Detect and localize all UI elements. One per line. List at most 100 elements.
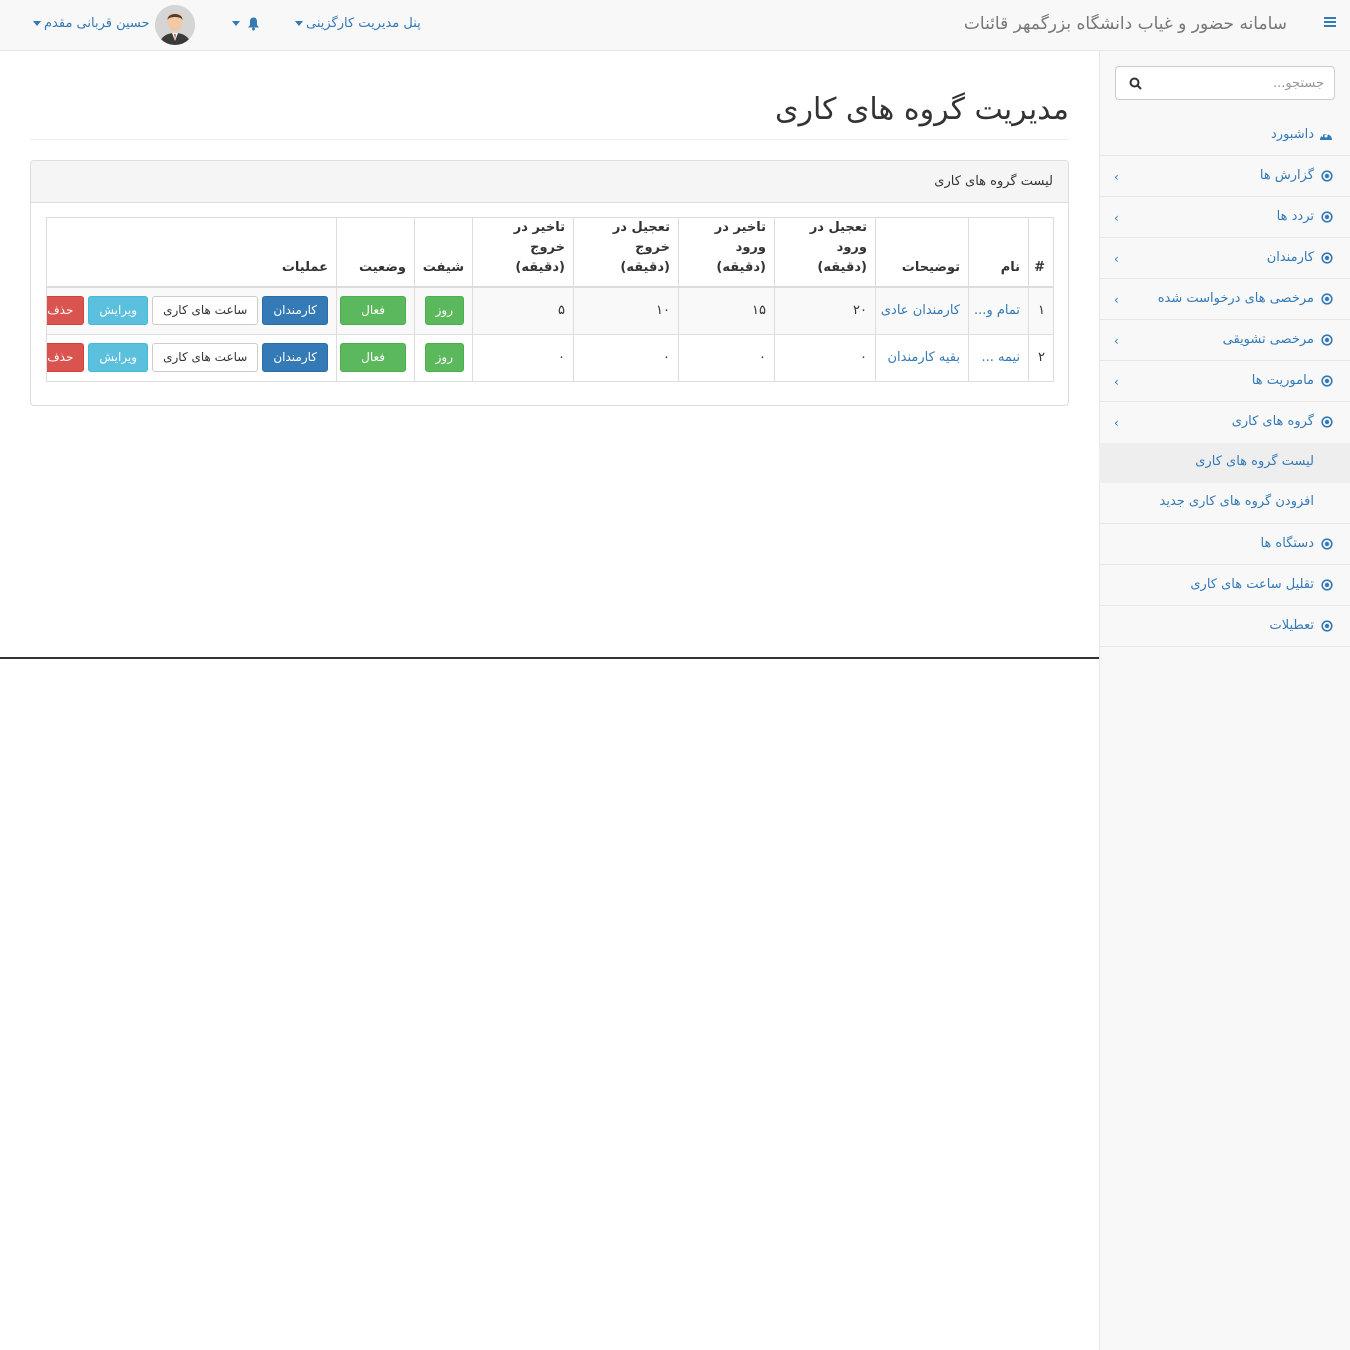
- sidebar-subitem-label: لیست گروه های کاری: [1195, 454, 1314, 469]
- sidebar-item-label: تردد ها: [1276, 209, 1314, 224]
- circle-icon: [1321, 211, 1333, 223]
- content-bottom-divider: [0, 657, 1099, 659]
- cell-name-link[interactable]: نیمه ...: [968, 333, 1029, 382]
- sidebar-subitem-label: افزودن گروه های کاری جدید: [1159, 494, 1315, 509]
- search-button[interactable]: [1115, 66, 1154, 100]
- sidebar-item-holidays[interactable]: تعطیلات: [1099, 606, 1350, 647]
- panel-heading: لیست گروه های کاری: [31, 161, 1068, 203]
- cell-status: فعال: [336, 286, 415, 335]
- edit-button[interactable]: ویرایش: [88, 296, 149, 326]
- col-header-early-in: تعجیل در ورود (دقیقه): [774, 217, 876, 288]
- sidebar-item-label: داشبورد: [1271, 127, 1314, 142]
- user-menu-dropdown[interactable]: حسین قربانی مقدم: [30, 16, 150, 31]
- employees-button[interactable]: کارمندان: [262, 343, 328, 372]
- col-header-early-out: تعجیل در خروج (دقیقه): [573, 217, 679, 288]
- cell-early-out: ۰: [573, 333, 679, 382]
- delete-button[interactable]: حذف: [47, 343, 85, 372]
- page-title: مدیریت گروه های کاری: [774, 92, 1069, 127]
- table-row: ۱ تمام و... کارمندان عادی ۲۰ ۱۵ ۱۰ ۵ روز…: [46, 286, 1054, 335]
- delete-button[interactable]: حذف: [47, 296, 85, 326]
- cell-num: ۱: [1028, 286, 1054, 335]
- sidebar-item-label: تعطیلات: [1269, 618, 1314, 633]
- cell-late-out: ۰: [472, 333, 574, 382]
- panel-menu-label: پنل مدیریت کارگزینی: [306, 16, 421, 31]
- cell-actions: کارمندانساعت های کاریویرایشحذف: [46, 286, 337, 335]
- chevron-left-icon: ‹: [1114, 170, 1119, 184]
- chevron-left-icon: ‹: [1114, 211, 1119, 225]
- shift-badge[interactable]: روز: [424, 296, 464, 326]
- sidebar-item-label: ماموریت ها: [1251, 373, 1314, 388]
- circle-icon: [1321, 375, 1333, 387]
- menu-toggle-icon[interactable]: [1324, 17, 1336, 29]
- sidebar-item-label: مرخصی های درخواست شده: [1157, 291, 1314, 306]
- col-header-num: #: [1028, 217, 1054, 288]
- working-hours-button[interactable]: ساعت های کاری: [152, 343, 259, 372]
- chevron-left-icon: ‹: [1114, 293, 1119, 307]
- shift-badge[interactable]: روز: [424, 343, 464, 372]
- brand-title[interactable]: سامانه حضور و غیاب دانشگاه بزرگمهر قائنا…: [964, 14, 1287, 34]
- status-badge[interactable]: فعال: [340, 296, 406, 326]
- col-header-late-out: تاخیر در خروج (دقیقه): [472, 217, 574, 288]
- cell-name-link[interactable]: تمام و...: [968, 286, 1029, 335]
- user-name: حسین قربانی مقدم: [44, 16, 150, 31]
- caret-down-icon: [33, 21, 41, 26]
- cell-early-in: ۲۰: [774, 286, 876, 335]
- circle-icon: [1321, 620, 1333, 632]
- col-header-actions: عملیات: [46, 217, 337, 288]
- title-divider: [30, 139, 1069, 140]
- work-groups-table: # نام توضیحات تعجیل در ورود (دقیقه) تاخی…: [46, 217, 1054, 382]
- notifications-dropdown[interactable]: [229, 16, 260, 31]
- sidebar: داشبورد گزارش ها ‹ تردد ها ‹ کارمندان ‹ …: [1099, 51, 1350, 1350]
- work-groups-submenu: لیست گروه های کاری افزودن گروه های کاری …: [1099, 443, 1350, 524]
- sidebar-item-reduced-hours[interactable]: تقلیل ساعت های کاری: [1099, 565, 1350, 606]
- col-header-late-in: تاخیر در ورود (دقیقه): [678, 217, 775, 288]
- panel-menu-dropdown[interactable]: پنل مدیریت کارگزینی: [292, 16, 421, 31]
- cell-shift: روز: [414, 333, 473, 382]
- cell-early-out: ۱۰: [573, 286, 679, 335]
- table-header-row: # نام توضیحات تعجیل در ورود (دقیقه) تاخی…: [46, 217, 1054, 288]
- chevron-left-icon: ‹: [1114, 375, 1119, 389]
- working-hours-button[interactable]: ساعت های کاری: [152, 296, 259, 326]
- sidebar-item-devices[interactable]: دستگاه ها: [1099, 524, 1350, 565]
- employees-button[interactable]: کارمندان: [262, 296, 328, 326]
- avatar[interactable]: [155, 5, 195, 45]
- chevron-left-icon: ‹: [1114, 416, 1119, 430]
- sidebar-item-label: گروه های کاری: [1231, 414, 1314, 429]
- dashboard-icon: [1320, 130, 1332, 140]
- circle-icon: [1321, 293, 1333, 305]
- sidebar-item-traffic[interactable]: تردد ها ‹: [1099, 197, 1350, 238]
- col-header-status: وضعیت: [336, 217, 415, 288]
- sidebar-item-employees[interactable]: کارمندان ‹: [1099, 238, 1350, 279]
- circle-icon: [1321, 416, 1333, 428]
- caret-down-icon: [232, 21, 240, 26]
- work-groups-panel: لیست گروه های کاری # نام توضیحات تعجیل د…: [30, 160, 1069, 406]
- edit-button[interactable]: ویرایش: [88, 343, 149, 372]
- sidebar-subitem-add-work-group[interactable]: افزودن گروه های کاری جدید: [1099, 483, 1350, 523]
- sidebar-item-reports[interactable]: گزارش ها ‹: [1099, 156, 1350, 197]
- table-row: ۲ نیمه ... بقیه کارمندان ۰ ۰ ۰ ۰ روز فعا…: [46, 333, 1054, 382]
- cell-desc-link[interactable]: کارمندان عادی: [875, 286, 969, 335]
- sidebar-item-label: مرخصی تشویقی: [1222, 332, 1314, 347]
- sidebar-item-missions[interactable]: ماموریت ها ‹: [1099, 361, 1350, 402]
- sidebar-item-label: تقلیل ساعت های کاری: [1190, 577, 1314, 592]
- cell-num: ۲: [1028, 333, 1054, 382]
- sidebar-item-dashboard[interactable]: داشبورد: [1099, 115, 1350, 156]
- sidebar-item-work-groups[interactable]: گروه های کاری ‹: [1099, 402, 1350, 443]
- cell-status: فعال: [336, 333, 415, 382]
- caret-down-icon: [295, 21, 303, 26]
- sidebar-search: [1115, 66, 1335, 100]
- search-icon: [1129, 77, 1142, 90]
- cell-late-out: ۵: [472, 286, 574, 335]
- sidebar-subitem-work-groups-list[interactable]: لیست گروه های کاری: [1099, 443, 1350, 483]
- status-badge[interactable]: فعال: [340, 343, 406, 372]
- chevron-left-icon: ‹: [1114, 252, 1119, 266]
- top-navbar: سامانه حضور و غیاب دانشگاه بزرگمهر قائنا…: [0, 0, 1350, 51]
- search-input[interactable]: [1153, 66, 1335, 100]
- circle-icon: [1321, 252, 1333, 264]
- sidebar-item-bonus-leave[interactable]: مرخصی تشویقی ‹: [1099, 320, 1350, 361]
- circle-icon: [1321, 538, 1333, 550]
- sidebar-item-requested-leaves[interactable]: مرخصی های درخواست شده ‹: [1099, 279, 1350, 320]
- sidebar-item-label: گزارش ها: [1259, 168, 1314, 183]
- col-header-shift: شیفت: [414, 217, 473, 288]
- cell-desc-link[interactable]: بقیه کارمندان: [875, 333, 969, 382]
